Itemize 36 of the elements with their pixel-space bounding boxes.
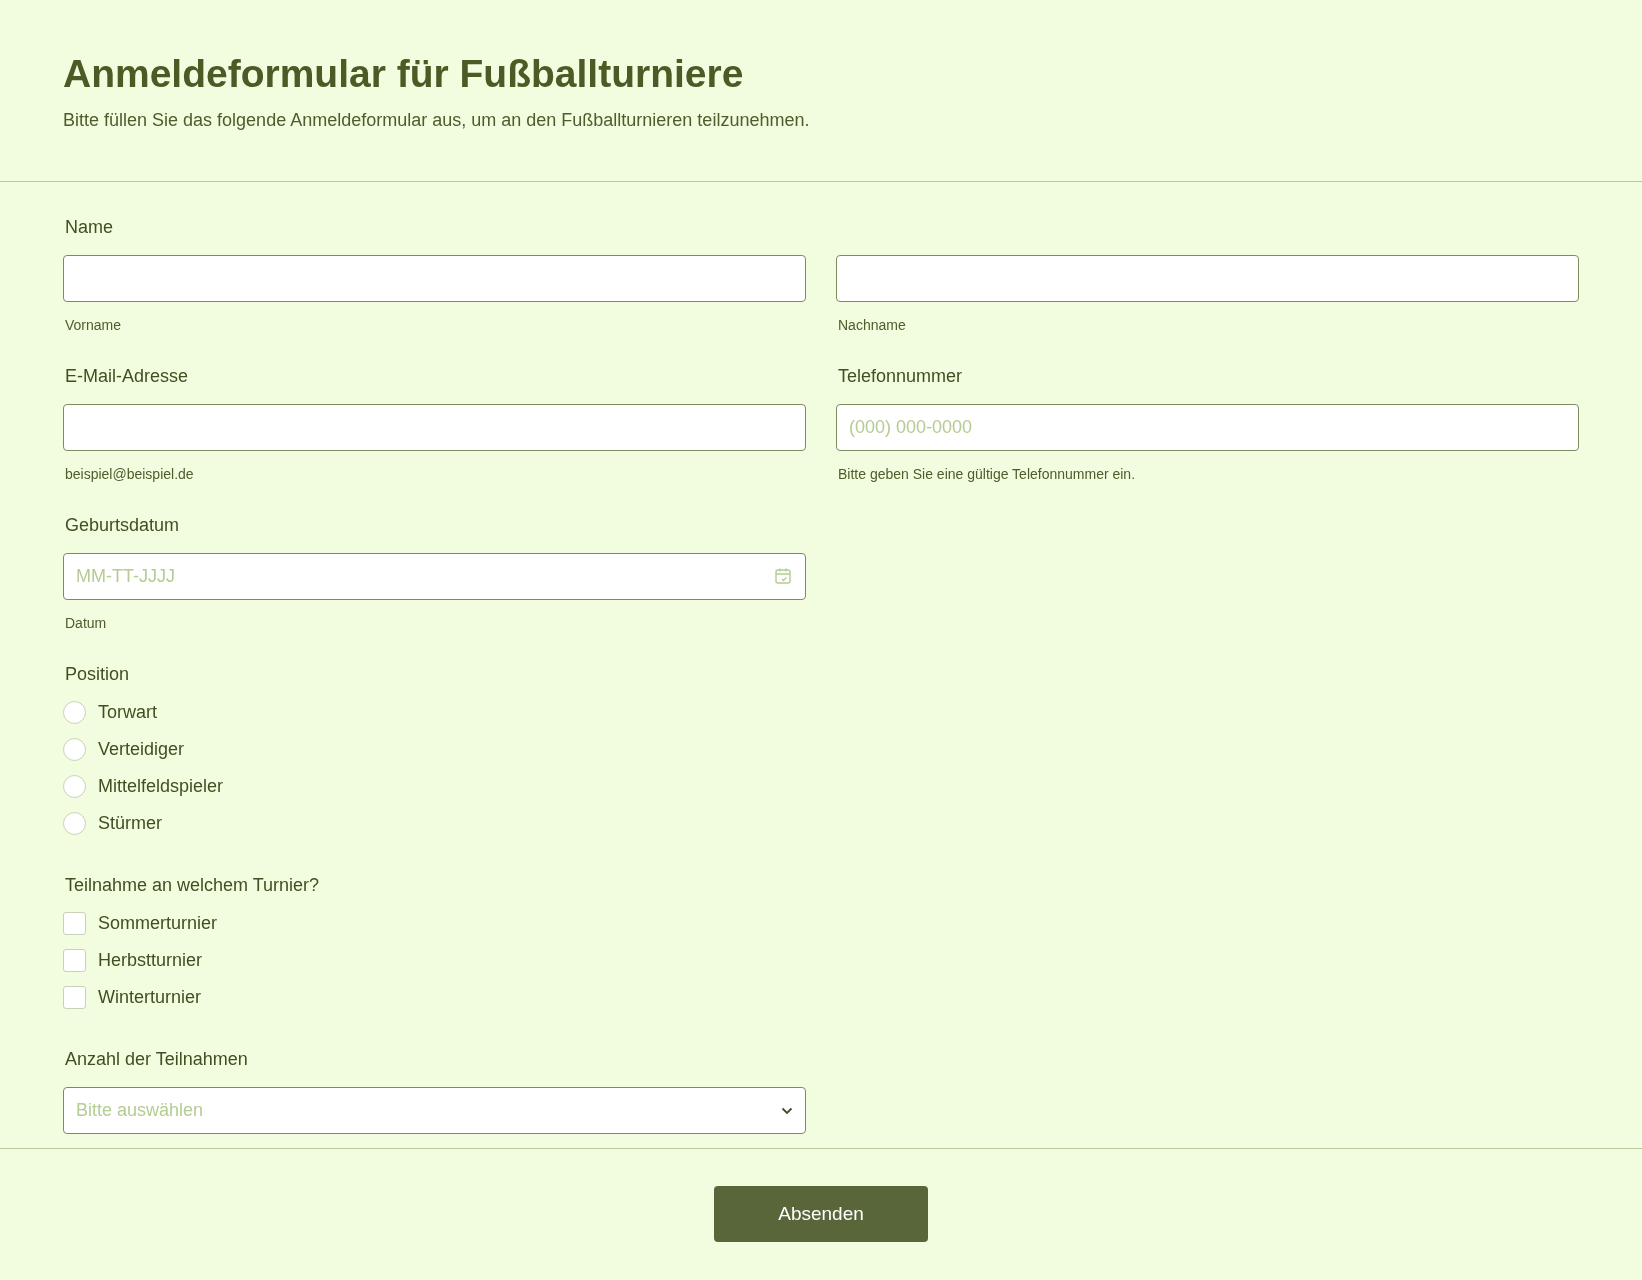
option-label[interactable]: Winterturnier [98,985,202,1009]
input-field[interactable] [63,404,806,451]
option-label[interactable]: Stürmer [98,811,162,835]
field-hint: Vorname [65,316,123,334]
field-label: E-Mail-Adresse [65,365,190,388]
input-field[interactable]: (000) 000-0000 [836,404,1579,451]
field-label: Telefonnummer [838,365,964,388]
field-label: Name [65,216,114,239]
checkbox[interactable] [63,911,86,935]
checkbox[interactable] [63,948,86,972]
chevron-down-icon [781,1106,793,1115]
radio-button[interactable] [63,774,86,798]
field-hint: Nachname [838,316,907,334]
field-label: Teilnahme an welchem Turnier? [65,874,321,897]
input-field[interactable] [63,255,806,302]
option-label[interactable]: Verteidiger [98,737,185,761]
field-hint: Datum [65,614,108,632]
field-label: Position [65,663,131,686]
form-description: Bitte füllen Sie das folgende Anmeldeformular aus, um an den Fußballturnieren teilzunehmen. [63,109,811,132]
submit-button[interactable]: Absenden [714,1186,928,1242]
radio-button[interactable] [63,811,86,835]
calendar-icon[interactable] [774,567,792,585]
input-field[interactable] [836,255,1579,302]
date-field[interactable]: MM-TT-JJJJ [63,553,806,600]
option-label[interactable]: Torwart [98,700,157,724]
checkbox[interactable] [63,985,86,1009]
field-label: Geburtsdatum [65,514,181,537]
radio-button[interactable] [63,700,86,724]
field-hint: Bitte geben Sie eine gültige Telefonnummer ein. [838,465,1137,483]
option-label[interactable]: Herbstturnier [98,948,203,972]
option-label[interactable]: Mittelfeldspieler [98,774,224,798]
field-hint: beispiel@beispiel.de [65,465,195,483]
option-label[interactable]: Sommerturnier [98,911,218,935]
field-label: Anzahl der Teilnahmen [65,1048,249,1071]
form-title: Anmeldeformular für Fußballturniere [63,51,745,97]
radio-button[interactable] [63,737,86,761]
